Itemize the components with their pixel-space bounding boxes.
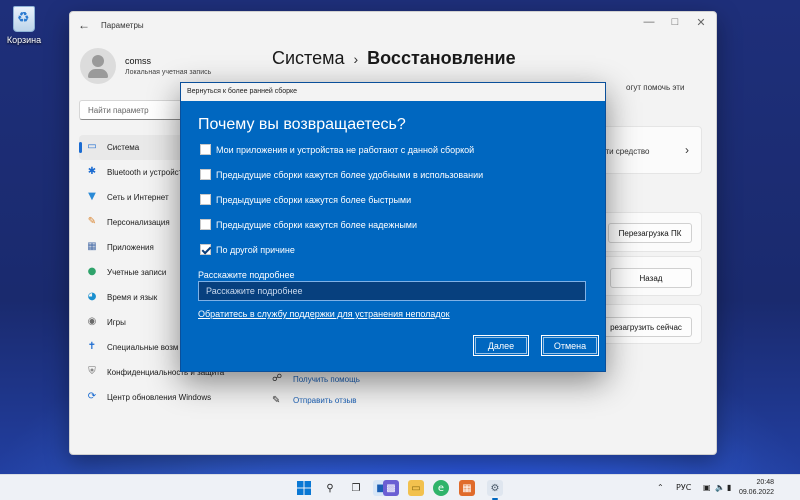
search-icon[interactable]: ⚲ xyxy=(322,480,338,496)
option-faster[interactable]: Предыдущие сборки кажутся более быстрыми xyxy=(200,194,411,205)
store-icon[interactable]: ▦ xyxy=(459,480,475,496)
shield-icon: ⛨ xyxy=(88,366,96,377)
dialog-heading: Почему вы возвращаетесь? xyxy=(198,116,406,133)
help-icon: ☍ xyxy=(272,373,283,384)
sidebar-item-label: Приложения xyxy=(107,243,154,252)
sidebar-item-label: Игры xyxy=(107,318,126,327)
account-type: Локальная учетная запись xyxy=(125,69,212,76)
minimize-button[interactable]: — xyxy=(636,16,662,28)
details-label: Расскажите подробнее xyxy=(198,270,295,280)
bluetooth-icon: ✱ xyxy=(87,166,97,177)
dialog-title: Вернуться к более ранней сборке xyxy=(181,83,605,101)
breadcrumb-separator: › xyxy=(353,51,359,67)
clock-date: 09.06.2022 xyxy=(738,489,774,496)
person-icon: ● xyxy=(87,266,97,277)
monitor-icon: ▭ xyxy=(87,141,97,152)
edge-icon[interactable]: e xyxy=(433,480,449,496)
option-more-reliable[interactable]: Предыдущие сборки кажутся более надежным… xyxy=(200,219,417,230)
breadcrumb-current: Восстановление xyxy=(367,48,516,68)
rollback-dialog: Вернуться к более ранней сборке Почему в… xyxy=(180,82,606,372)
checkbox-checked[interactable] xyxy=(200,244,211,255)
sidebar-item-label: Персонализация xyxy=(107,218,170,227)
next-button[interactable]: Далее xyxy=(473,335,529,356)
chevron-right-icon: › xyxy=(685,143,689,157)
sidebar-item-label: Система xyxy=(107,143,140,152)
back-arrow-icon[interactable]: ← xyxy=(78,18,90,32)
close-button[interactable]: ✕ xyxy=(688,16,714,29)
clock[interactable]: 20:48 09.06.2022 xyxy=(738,478,774,498)
gamepad-icon: ◉ xyxy=(87,316,97,327)
sidebar-item-label: Сеть и Интернет xyxy=(107,193,169,202)
checkbox[interactable] xyxy=(200,144,211,155)
support-link[interactable]: Обратитесь в службу поддержки для устран… xyxy=(198,309,450,319)
volume-icon[interactable]: 🔈 xyxy=(715,483,725,492)
option-label: По другой причине xyxy=(216,244,295,255)
chat-icon[interactable]: ▩ xyxy=(383,480,399,496)
settings-title: Параметры xyxy=(101,21,144,30)
avatar xyxy=(80,48,116,84)
battery-icon[interactable]: ▮ xyxy=(727,483,731,492)
recycle-bin-shortcut[interactable]: Корзина xyxy=(4,6,44,45)
sidebar-item-label: Учетные записи xyxy=(107,268,167,277)
network-icon[interactable]: ▣ xyxy=(703,483,711,492)
page-title: Система › Восстановление xyxy=(272,48,516,69)
brush-icon: ✎ xyxy=(87,216,97,227)
option-label: Предыдущие сборки кажутся более быстрыми xyxy=(216,194,412,205)
sidebar-item-windows-update[interactable]: ⟳ Центр обновления Windows xyxy=(79,385,239,410)
recovery-intro-text: огут помочь эти xyxy=(626,83,685,92)
globe-icon: ◕ xyxy=(87,291,97,302)
feedback-icon: ✎ xyxy=(272,395,281,406)
settings-titlebar: ← Параметры — □ ✕ xyxy=(70,12,716,40)
checkbox[interactable] xyxy=(200,219,211,230)
get-help-link[interactable]: Получить помощь xyxy=(293,375,360,384)
sidebar-item-label: Специальные возм xyxy=(107,343,179,352)
recycle-bin-icon xyxy=(13,6,35,32)
recycle-bin-label: Корзина xyxy=(6,35,42,45)
option-other-reason[interactable]: По другой причине xyxy=(200,244,295,255)
sidebar-item-label: Bluetooth и устройства xyxy=(107,168,191,177)
send-feedback-link[interactable]: Отправить отзыв xyxy=(293,396,357,405)
task-view-icon[interactable]: ❐ xyxy=(348,480,364,496)
clock-time: 20:48 xyxy=(756,479,774,486)
apps-icon: ▦ xyxy=(87,241,97,252)
wifi-icon: ▼ xyxy=(88,191,96,202)
accessibility-icon: ✝ xyxy=(87,341,97,352)
maximize-button[interactable]: □ xyxy=(662,16,688,28)
option-label: Предыдущие сборки кажутся более надежным… xyxy=(216,219,418,230)
cancel-button[interactable]: Отмена xyxy=(541,335,599,356)
details-input[interactable]: Расскажите подробнее xyxy=(198,281,586,301)
option-apps-not-working[interactable]: Мои приложения и устройства не работают … xyxy=(200,144,474,155)
start-icon[interactable] xyxy=(296,480,312,496)
sidebar-item-label: Центр обновления Windows xyxy=(107,393,212,402)
file-explorer-icon[interactable]: ▭ xyxy=(408,480,424,496)
go-back-button[interactable]: Назад xyxy=(610,268,692,288)
checkbox[interactable] xyxy=(200,194,211,205)
account-name: comss xyxy=(125,56,152,66)
breadcrumb-parent[interactable]: Система xyxy=(272,48,345,68)
restart-now-button[interactable]: резагрузить сейчас xyxy=(600,317,692,337)
option-more-usable[interactable]: Предыдущие сборки кажутся более удобными… xyxy=(200,169,483,180)
language-indicator[interactable]: РУС xyxy=(676,483,691,492)
settings-gear-icon[interactable]: ⚙ xyxy=(487,480,503,500)
sidebar-item-label: Время и язык xyxy=(107,293,158,302)
checkbox[interactable] xyxy=(200,169,211,180)
option-label: Мои приложения и устройства не работают … xyxy=(216,144,475,155)
recovery-option-card[interactable]: ости средство › xyxy=(590,126,702,174)
restart-pc-button[interactable]: Перезагрузка ПК xyxy=(608,223,692,243)
update-icon: ⟳ xyxy=(87,391,97,402)
taskbar: ⚲ ❐ ■ ▩ ▭ e ▦ ⚙ ⌃ РУС ▣ 🔈 ▮ 20:48 09.06.… xyxy=(0,474,800,500)
chevron-up-icon[interactable]: ⌃ xyxy=(657,483,664,492)
option-label: Предыдущие сборки кажутся более удобными… xyxy=(216,169,484,180)
